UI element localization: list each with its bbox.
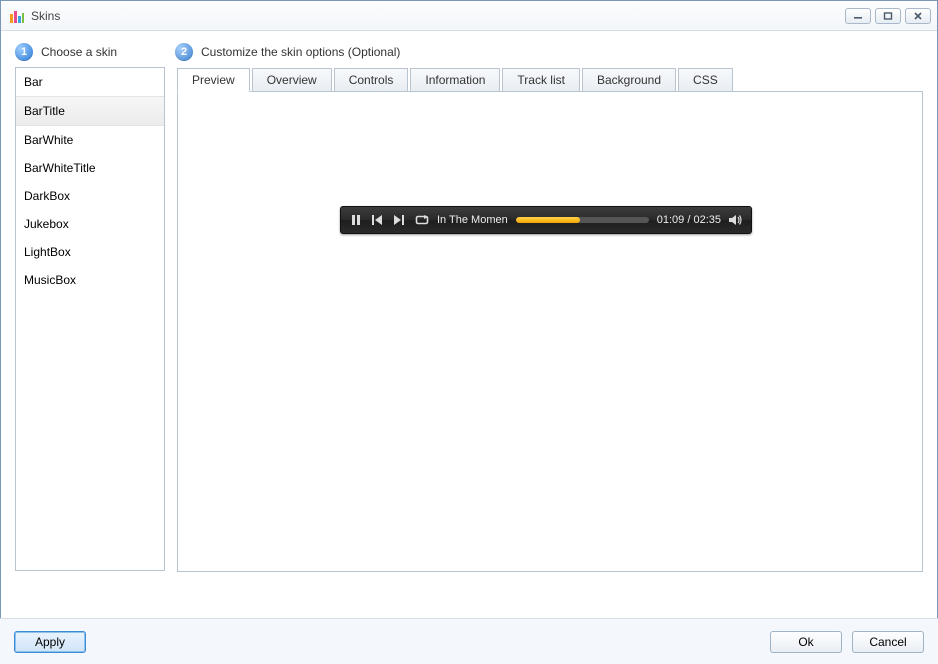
skin-item[interactable]: Bar (16, 68, 164, 96)
window-controls (845, 8, 931, 24)
time-display: 01:09 / 02:35 (657, 214, 721, 226)
tab[interactable]: CSS (678, 68, 733, 92)
progress-bar[interactable] (516, 217, 649, 223)
pause-icon[interactable] (349, 213, 363, 227)
preview-panel: In The Momen 01:09 / 02:35 (177, 91, 923, 572)
minimize-button[interactable] (845, 8, 871, 24)
tab-bar: PreviewOverviewControlsInformationTrack … (177, 67, 923, 91)
prev-icon[interactable] (371, 213, 385, 227)
volume-icon[interactable] (729, 213, 743, 227)
window-title: Skins (31, 9, 845, 23)
cancel-button[interactable]: Cancel (852, 631, 924, 653)
player-bar: In The Momen 01:09 / 02:35 (340, 206, 752, 234)
step-label-2: Customize the skin options (Optional) (201, 45, 400, 59)
ok-button[interactable]: Ok (770, 631, 842, 653)
tab[interactable]: Information (410, 68, 500, 92)
step-badge-1: 1 (15, 43, 33, 61)
step-label-1: Choose a skin (41, 45, 117, 59)
tab[interactable]: Background (582, 68, 676, 92)
tab[interactable]: Track list (502, 68, 580, 92)
tab[interactable]: Overview (252, 68, 332, 92)
tab[interactable]: Controls (334, 68, 409, 92)
tab[interactable]: Preview (177, 68, 250, 92)
track-title: In The Momen (437, 214, 508, 226)
skin-list[interactable]: BarBarTitleBarWhiteBarWhiteTitleDarkBoxJ… (15, 67, 165, 571)
skin-item[interactable]: BarWhiteTitle (16, 154, 164, 182)
skin-item[interactable]: Jukebox (16, 210, 164, 238)
content-area: 1 Choose a skin 2 Customize the skin opt… (1, 31, 937, 572)
skin-item[interactable]: BarTitle (16, 96, 164, 126)
progress-fill (516, 217, 580, 223)
step-badge-2: 2 (175, 43, 193, 61)
skin-item[interactable]: LightBox (16, 238, 164, 266)
next-icon[interactable] (393, 213, 407, 227)
skin-item[interactable]: DarkBox (16, 182, 164, 210)
close-button[interactable] (905, 8, 931, 24)
skin-item[interactable]: MusicBox (16, 266, 164, 294)
repeat-icon[interactable] (415, 213, 429, 227)
maximize-button[interactable] (875, 8, 901, 24)
titlebar: Skins (1, 1, 937, 31)
footer: Apply Ok Cancel (0, 618, 938, 664)
skin-item[interactable]: BarWhite (16, 126, 164, 154)
app-icon (9, 8, 25, 24)
steps-row: 1 Choose a skin 2 Customize the skin opt… (15, 43, 923, 61)
apply-button[interactable]: Apply (14, 631, 86, 653)
